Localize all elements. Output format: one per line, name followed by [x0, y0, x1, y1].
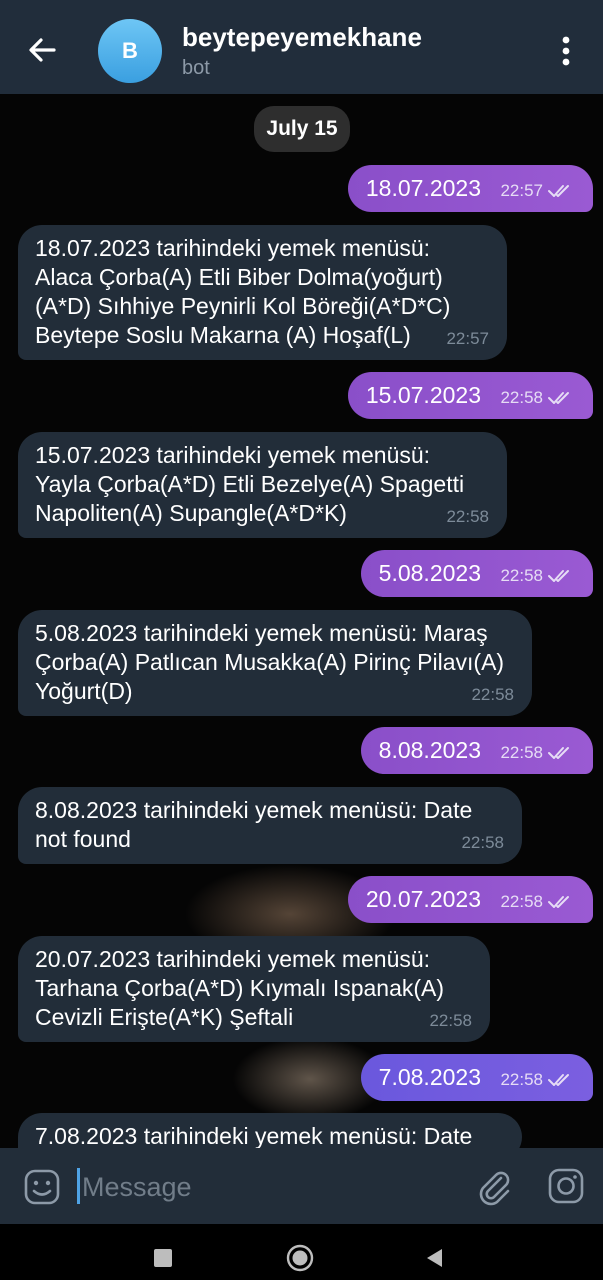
outgoing-message[interactable]: 20.07.2023 22:58: [347, 876, 593, 923]
message-time: 22:57: [500, 181, 543, 200]
incoming-message[interactable]: 7.08.2023 tarihindeki yemek menüsü: Date: [18, 1113, 522, 1148]
avatar[interactable]: B: [98, 19, 162, 83]
arrow-left-icon[interactable]: [20, 28, 64, 72]
outgoing-message[interactable]: 8.08.2023 22:58: [360, 727, 593, 774]
message-text: 18.07.2023 tarihindeki yemek menüsü: Ala…: [35, 235, 451, 348]
paperclip-icon[interactable]: [474, 1166, 514, 1206]
double-check-icon: [548, 184, 569, 197]
message-text: 18.07.2023: [365, 175, 481, 201]
outgoing-message[interactable]: 18.07.2023 22:57: [347, 165, 593, 212]
incoming-message[interactable]: 20.07.2023 tarihindeki yemek menüsü: Tar…: [18, 936, 490, 1042]
message-time: 22:58: [500, 1070, 543, 1089]
message-composer: [0, 1148, 603, 1224]
recent-apps-button[interactable]: [154, 1249, 172, 1267]
message-text: 15.07.2023: [365, 382, 481, 408]
message-text: 7.08.2023: [378, 1064, 481, 1090]
more-vertical-icon[interactable]: [552, 30, 580, 74]
message-meta: 22:58: [500, 1065, 575, 1094]
message-meta: 22:58: [500, 561, 575, 590]
back-triangle-icon[interactable]: [424, 1247, 444, 1269]
message-time: 22:58: [500, 388, 543, 407]
message-meta: 22:57: [500, 176, 575, 205]
message-time: 22:58: [500, 892, 543, 911]
outgoing-message[interactable]: 5.08.2023 22:58: [360, 550, 593, 597]
incoming-message[interactable]: 18.07.2023 tarihindeki yemek menüsü: Ala…: [18, 225, 507, 360]
message-text: 8.08.2023 tarihindeki yemek menüsü: Date…: [35, 797, 473, 852]
message-list[interactable]: July 15 18.07.2023 22:57 18.07.2023 tari…: [0, 94, 603, 1148]
message-text: 5.08.2023 tarihindeki yemek menüsü: Mara…: [35, 620, 505, 704]
home-button[interactable]: [286, 1244, 314, 1272]
message-time: 22:58: [471, 685, 514, 704]
message-text: 7.08.2023 tarihindeki yemek menüsü: Date: [35, 1123, 473, 1148]
incoming-message[interactable]: 5.08.2023 tarihindeki yemek menüsü: Mara…: [18, 610, 532, 716]
date-separator: July 15: [254, 106, 350, 152]
instagram-camera-icon[interactable]: [546, 1166, 586, 1206]
message-input[interactable]: [80, 1166, 464, 1208]
chat-subtitle: bot: [182, 57, 210, 79]
outgoing-message[interactable]: 15.07.2023 22:58: [347, 372, 593, 419]
message-time: 22:58: [446, 507, 489, 526]
message-meta: 22:58: [500, 887, 575, 916]
double-check-icon: [548, 1073, 569, 1086]
incoming-message[interactable]: 15.07.2023 tarihindeki yemek menüsü: Yay…: [18, 432, 507, 538]
incoming-message[interactable]: 8.08.2023 tarihindeki yemek menüsü: Date…: [18, 787, 522, 864]
message-time: 22:57: [446, 329, 489, 348]
chat-title[interactable]: beytepeyemekhane: [182, 22, 422, 53]
message-text: 5.08.2023: [378, 560, 481, 586]
message-text: 8.08.2023: [378, 737, 481, 763]
emoji-icon[interactable]: [22, 1167, 62, 1207]
double-check-icon: [548, 746, 569, 759]
chat-header: B beytepeyemekhane bot: [0, 0, 603, 94]
message-text: 20.07.2023 tarihindeki yemek menüsü: Tar…: [35, 946, 445, 1030]
outgoing-message[interactable]: 7.08.2023 22:58: [360, 1054, 593, 1101]
double-check-icon: [548, 895, 569, 908]
message-time: 22:58: [461, 833, 504, 852]
message-time: 22:58: [500, 743, 543, 762]
message-time: 22:58: [500, 566, 543, 585]
message-text: 15.07.2023 tarihindeki yemek menüsü: Yay…: [35, 442, 465, 526]
message-time: 22:58: [429, 1011, 472, 1030]
message-meta: 22:58: [500, 383, 575, 412]
message-meta: 22:58: [500, 738, 575, 767]
double-check-icon: [548, 569, 569, 582]
double-check-icon: [548, 391, 569, 404]
message-text: 20.07.2023: [365, 886, 481, 912]
